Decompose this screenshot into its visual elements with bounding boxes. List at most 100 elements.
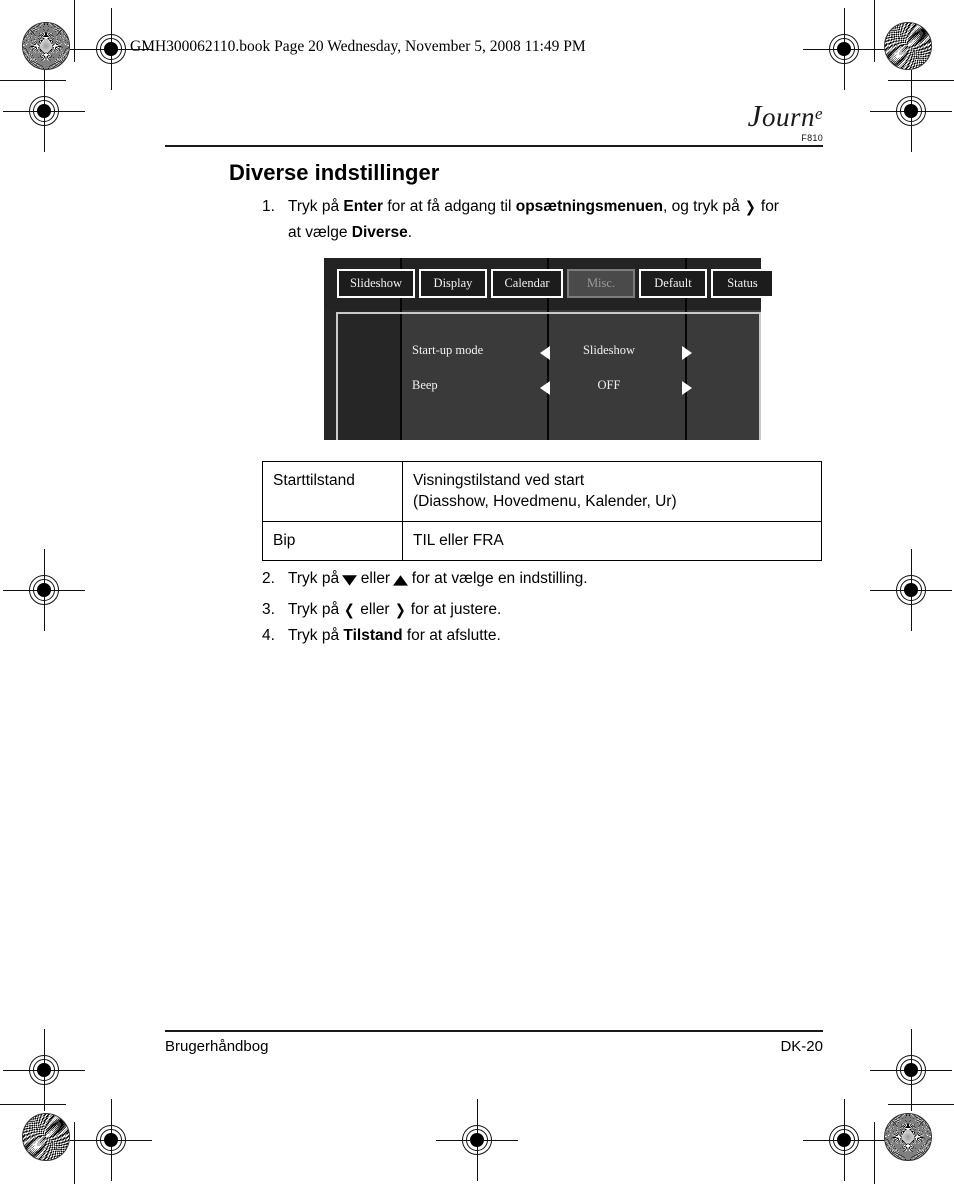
settings-description-table: Starttilstand Visningstilstand ved start… xyxy=(262,461,822,561)
step-number: 4. xyxy=(262,627,275,644)
step3-post: for at justere. xyxy=(406,601,502,618)
value-line-2: (Diasshow, Hovedmenu, Kalender, Ur) xyxy=(413,493,677,510)
brand-initial: J xyxy=(747,98,762,133)
table-cell-value: Visningstilstand ved start (Diasshow, Ho… xyxy=(402,461,822,522)
crosshair-center-dot xyxy=(104,42,118,56)
setting-label: Start-up mode xyxy=(412,343,484,357)
step-text: Tryk på Enter for at få adgang til opsæt… xyxy=(288,194,782,246)
device-setting-row-startup-mode: Start-up mode Slideshow xyxy=(324,343,761,363)
step1-post: , og tryk på xyxy=(663,198,744,215)
table-row: Starttilstand Visningstilstand ved start… xyxy=(262,461,822,522)
footer-manual-label: Brugerhåndbog xyxy=(165,1038,269,1055)
device-tab-status[interactable]: Status xyxy=(711,269,774,298)
crosshair-center-dot xyxy=(904,1063,918,1077)
device-tab-label: Slideshow xyxy=(349,276,403,290)
crosshair-center-dot xyxy=(104,1133,118,1147)
step3-pre: Tryk på xyxy=(288,601,344,618)
step-number: 3. xyxy=(262,601,275,618)
device-tab-misc[interactable]: Misc. xyxy=(567,269,635,298)
footer-page-number: DK-20 xyxy=(780,1038,823,1055)
product-model-label: F810 xyxy=(801,133,823,143)
registration-mark-crosshair-left-middle xyxy=(3,549,85,631)
step2-post: for at vælge en indstilling. xyxy=(407,570,588,587)
moire-icon xyxy=(884,22,932,70)
device-tab-label: Default xyxy=(654,276,692,290)
device-tab-label: Display xyxy=(433,276,473,290)
arrow-left-icon[interactable] xyxy=(540,346,550,360)
crosshair-center-dot xyxy=(837,1133,851,1147)
device-screen-figure: Slideshow Display Calendar Misc. Default… xyxy=(324,258,774,440)
device-panel-border xyxy=(336,312,761,440)
registration-mark-crosshair-left-upper xyxy=(3,70,85,152)
device-tab-label: Misc. xyxy=(586,276,616,290)
setting-label: Beep xyxy=(412,378,438,392)
crosshair-center-dot xyxy=(37,583,51,597)
crosshair-center-dot xyxy=(470,1133,484,1147)
device-tab-slideshow[interactable]: Slideshow xyxy=(337,269,415,298)
instruction-step-1: 1. Tryk på Enter for at få adgang til op… xyxy=(262,194,782,246)
trim-line-upper-left-horizontal xyxy=(0,80,66,82)
registration-mark-crosshair-right-middle xyxy=(870,549,952,631)
instruction-step-2: 2. Tryk på ▼ eller ▲ for at vælge en ind… xyxy=(262,566,782,593)
chevron-right-icon: ❯ xyxy=(394,601,406,619)
registration-mark-moire-bottom-left xyxy=(22,1113,70,1161)
registration-mark-starburst-top-left xyxy=(22,22,70,70)
registration-mark-starburst-bottom-right xyxy=(884,1113,932,1161)
crosshair-center-dot xyxy=(37,104,51,118)
step1-bold-enter: Enter xyxy=(343,198,384,215)
table-cell-key: Starttilstand xyxy=(262,461,403,522)
table-row: Bip TIL eller FRA xyxy=(262,521,822,561)
value-line-1: Visningstilstand ved start xyxy=(413,472,585,489)
step-text: Tryk på ▼ eller ▲ for at vælge en indsti… xyxy=(288,566,782,593)
crosshair-center-dot xyxy=(904,104,918,118)
trim-line-bottom-right-vertical xyxy=(874,1122,876,1184)
device-tab-calendar[interactable]: Calendar xyxy=(491,269,563,298)
trim-line-top-right-vertical xyxy=(874,0,876,62)
trim-line-top-left-vertical xyxy=(74,0,76,62)
device-setting-row-beep: Beep OFF xyxy=(324,378,761,398)
registration-mark-crosshair-bottom-left xyxy=(70,1099,152,1181)
instruction-step-3: 3. Tryk på ❮ eller ❯ for at justere. xyxy=(262,597,782,623)
starburst-icon xyxy=(884,1113,932,1161)
registration-mark-moire-top-right xyxy=(884,22,932,70)
instruction-step-4: 4. Tryk på Tilstand for at afslutte. xyxy=(262,623,782,649)
trim-line-bottom-left-vertical xyxy=(74,1122,76,1184)
registration-mark-crosshair-bottom-center xyxy=(436,1099,518,1181)
footer-rule xyxy=(165,1030,823,1032)
step2-mid: eller xyxy=(356,570,395,587)
registration-mark-crosshair-right-upper xyxy=(870,70,952,152)
step-text: Tryk på Tilstand for at afslutte. xyxy=(288,623,782,649)
brand-logo: Journe F810 xyxy=(748,100,823,143)
device-tab-label: Status xyxy=(727,276,758,290)
registration-mark-crosshair-top-right xyxy=(803,8,885,90)
header-rule xyxy=(165,145,823,147)
book-file-header: GMH300062110.book Page 20 Wednesday, Nov… xyxy=(130,38,586,55)
table-cell-key: Bip xyxy=(262,521,403,561)
trim-line-lower-right-horizontal xyxy=(888,1104,954,1106)
chevron-up-icon: ▲ xyxy=(393,572,409,588)
crosshair-center-dot xyxy=(904,583,918,597)
step1-bold-diverse: Diverse xyxy=(351,224,408,241)
trim-line-lower-left-horizontal xyxy=(0,1104,66,1106)
registration-mark-crosshair-right-lower xyxy=(870,1029,952,1111)
chevron-down-icon: ▼ xyxy=(342,572,358,588)
arrow-right-icon[interactable] xyxy=(682,346,692,360)
arrow-right-icon[interactable] xyxy=(682,381,692,395)
step-number: 2. xyxy=(262,570,275,587)
step4-post: for at afslutte. xyxy=(402,627,501,644)
crosshair-center-dot xyxy=(37,1063,51,1077)
device-tab-display[interactable]: Display xyxy=(419,269,487,298)
chevron-right-icon: ❯ xyxy=(744,198,756,216)
step3-mid: eller xyxy=(356,601,394,618)
device-tab-default[interactable]: Default xyxy=(639,269,707,298)
setting-value: Slideshow xyxy=(582,343,636,357)
step-text: Tryk på ❮ eller ❯ for at justere. xyxy=(288,597,782,623)
registration-mark-crosshair-bottom-right xyxy=(803,1099,885,1181)
page-title: Diverse indstillinger xyxy=(229,160,440,185)
setting-value: OFF xyxy=(597,378,621,392)
step1-mid: for at få adgang til xyxy=(383,198,516,215)
manual-page: GMH300062110.book Page 20 Wednesday, Nov… xyxy=(0,0,954,1184)
brand-middle: ourn xyxy=(761,102,815,132)
arrow-left-icon[interactable] xyxy=(540,381,550,395)
brand-wordmark: Journe xyxy=(748,100,823,131)
